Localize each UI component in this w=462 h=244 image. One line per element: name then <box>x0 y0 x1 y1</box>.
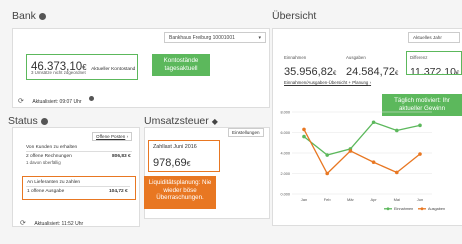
y-tick-label: 4.000 <box>280 152 290 156</box>
payables-heading: An Lieferanten zu zahlen <box>27 180 81 185</box>
expenses-currency: € <box>394 71 399 77</box>
vat-due-currency: € <box>186 161 191 168</box>
x-tick-label: Mär <box>347 197 355 202</box>
legend-marker <box>420 207 424 211</box>
data-point <box>395 170 399 175</box>
vat-due-label: Zahllast Juni 2016 <box>153 144 197 150</box>
vat-title-text: Umsatzsteuer <box>144 115 209 127</box>
overview-planning-link[interactable]: Einnahmen/Ausgaben-Übersicht + Planung › <box>284 80 371 85</box>
offene-posten-label: Offene Posten <box>96 134 126 139</box>
vat-title: Umsatzsteuer ◆ <box>144 115 218 127</box>
x-tick-label: Mai <box>394 197 401 202</box>
legend-label: Ausgaben <box>428 207 445 211</box>
income-total: 35.956,82€ <box>284 62 336 80</box>
payables-box: An Lieferanten zu zahlen 1 offene Ausgab… <box>22 176 136 200</box>
vat-due-amount: 978,69 <box>153 157 187 169</box>
data-point <box>418 123 422 128</box>
data-point <box>348 149 353 153</box>
difference-currency: € <box>455 71 460 75</box>
expenses-label: Ausgaben <box>346 55 366 60</box>
divider <box>26 151 132 152</box>
difference-label: Differenz <box>410 55 428 60</box>
receivables-value: 806,83 € <box>112 154 131 159</box>
bank-updated-text: Aktualisiert: 09:07 Uhr <box>32 99 82 105</box>
x-tick-label: Apr <box>370 197 377 202</box>
chevron-right-icon: › <box>126 134 129 139</box>
chevron-right-icon: › <box>369 80 372 85</box>
y-tick-label: 8.000 <box>280 111 290 115</box>
status-title-text: Status <box>8 115 38 127</box>
refresh-icon[interactable]: ⟳ <box>20 220 26 227</box>
chevron-down-icon: ▾ <box>258 35 261 41</box>
legend-label: Einnahmen <box>394 207 413 211</box>
x-tick-label: Jun <box>417 197 423 202</box>
bank-title: Bank <box>12 10 46 22</box>
data-point <box>395 128 399 133</box>
legend-marker <box>386 207 390 211</box>
period-select-value: Aktuelles Jahr <box>413 35 442 40</box>
bank-account-select-value: Bankhaus Freiburg 10001001 <box>169 35 235 41</box>
y-tick-label: 2.000 <box>280 172 290 176</box>
series-line <box>303 121 421 156</box>
info-icon[interactable] <box>40 117 48 125</box>
info-icon[interactable] <box>88 96 94 102</box>
status-title: Status <box>8 115 48 127</box>
bank-updated-row: ⟳ Aktualisiert: 09:07 Uhr <box>18 90 94 108</box>
x-tick-label: Feb <box>324 197 332 202</box>
payables-line[interactable]: 1 offene Ausgabe <box>27 189 64 194</box>
difference-box: Differenz 11.372,10€ <box>406 51 462 75</box>
data-point <box>325 171 329 176</box>
expenses-total: 24.584,72€ <box>346 62 398 80</box>
income-value: 35.956,82 <box>284 66 333 78</box>
status-updated-row: ⟳ Aktualisiert: 11:52 Uhr <box>20 212 83 230</box>
income-label: Einnahmen <box>284 55 307 60</box>
data-point <box>371 120 376 125</box>
payables-value: 104,72 € <box>109 189 128 194</box>
income-currency: € <box>332 71 337 77</box>
bank-account-select[interactable]: Bankhaus Freiburg 10001001 ▾ <box>164 32 266 43</box>
status-updated-text: Aktualisiert: 11:52 Uhr <box>34 221 84 227</box>
tag-icon: ◆ <box>211 117 218 126</box>
receivables-heading: Von Kunden zu erhalten <box>26 145 78 150</box>
x-tick-label: Jan <box>301 197 307 202</box>
income-expense-chart: 0.000 2.000 4.000 6.000 8.000 Jan Feb Mär Apr Mai… <box>280 111 445 212</box>
data-point <box>371 160 376 165</box>
data-point <box>302 134 306 139</box>
divider <box>26 186 130 187</box>
difference-value: 11.372,10 <box>410 66 456 75</box>
data-point <box>302 127 306 132</box>
expenses-value: 24.584,72 <box>346 66 395 78</box>
balance-sub: 3 Umsätze nicht zugeordnet <box>31 70 86 75</box>
bank-title-text: Bank <box>12 10 36 22</box>
y-tick-label: 0.000 <box>280 193 290 197</box>
data-point <box>325 153 329 157</box>
y-tick-label: 6.000 <box>280 131 290 135</box>
offene-posten-button[interactable]: Offene Posten › <box>92 132 133 141</box>
vat-due-box: Zahllast Juni 2016 978,69€ <box>148 140 220 172</box>
overview-planning-link-text: Einnahmen/Ausgaben-Übersicht + Planung <box>284 80 369 85</box>
receivables-sub: 1 davon überfällig <box>26 160 61 165</box>
overview-title: Übersicht <box>272 10 317 22</box>
vat-settings-button[interactable]: Einstellungen <box>228 128 264 137</box>
receivables-line[interactable]: 2 offene Rechnungen <box>26 154 72 159</box>
info-icon[interactable] <box>38 12 46 20</box>
balance-label: Aktueller Kontostand <box>91 67 136 72</box>
bank-callout: Kontostände tagesaktuell <box>152 54 210 76</box>
balance-box: 46.373,10€ Aktueller Kontostand 3 Umsätz… <box>26 54 138 80</box>
period-select[interactable]: Aktuelles Jahr <box>408 32 460 43</box>
refresh-icon[interactable]: ⟳ <box>18 98 24 105</box>
status-callout: Liquiditätsplanung: Nie wieder böse Über… <box>144 176 216 209</box>
data-point <box>418 152 422 156</box>
